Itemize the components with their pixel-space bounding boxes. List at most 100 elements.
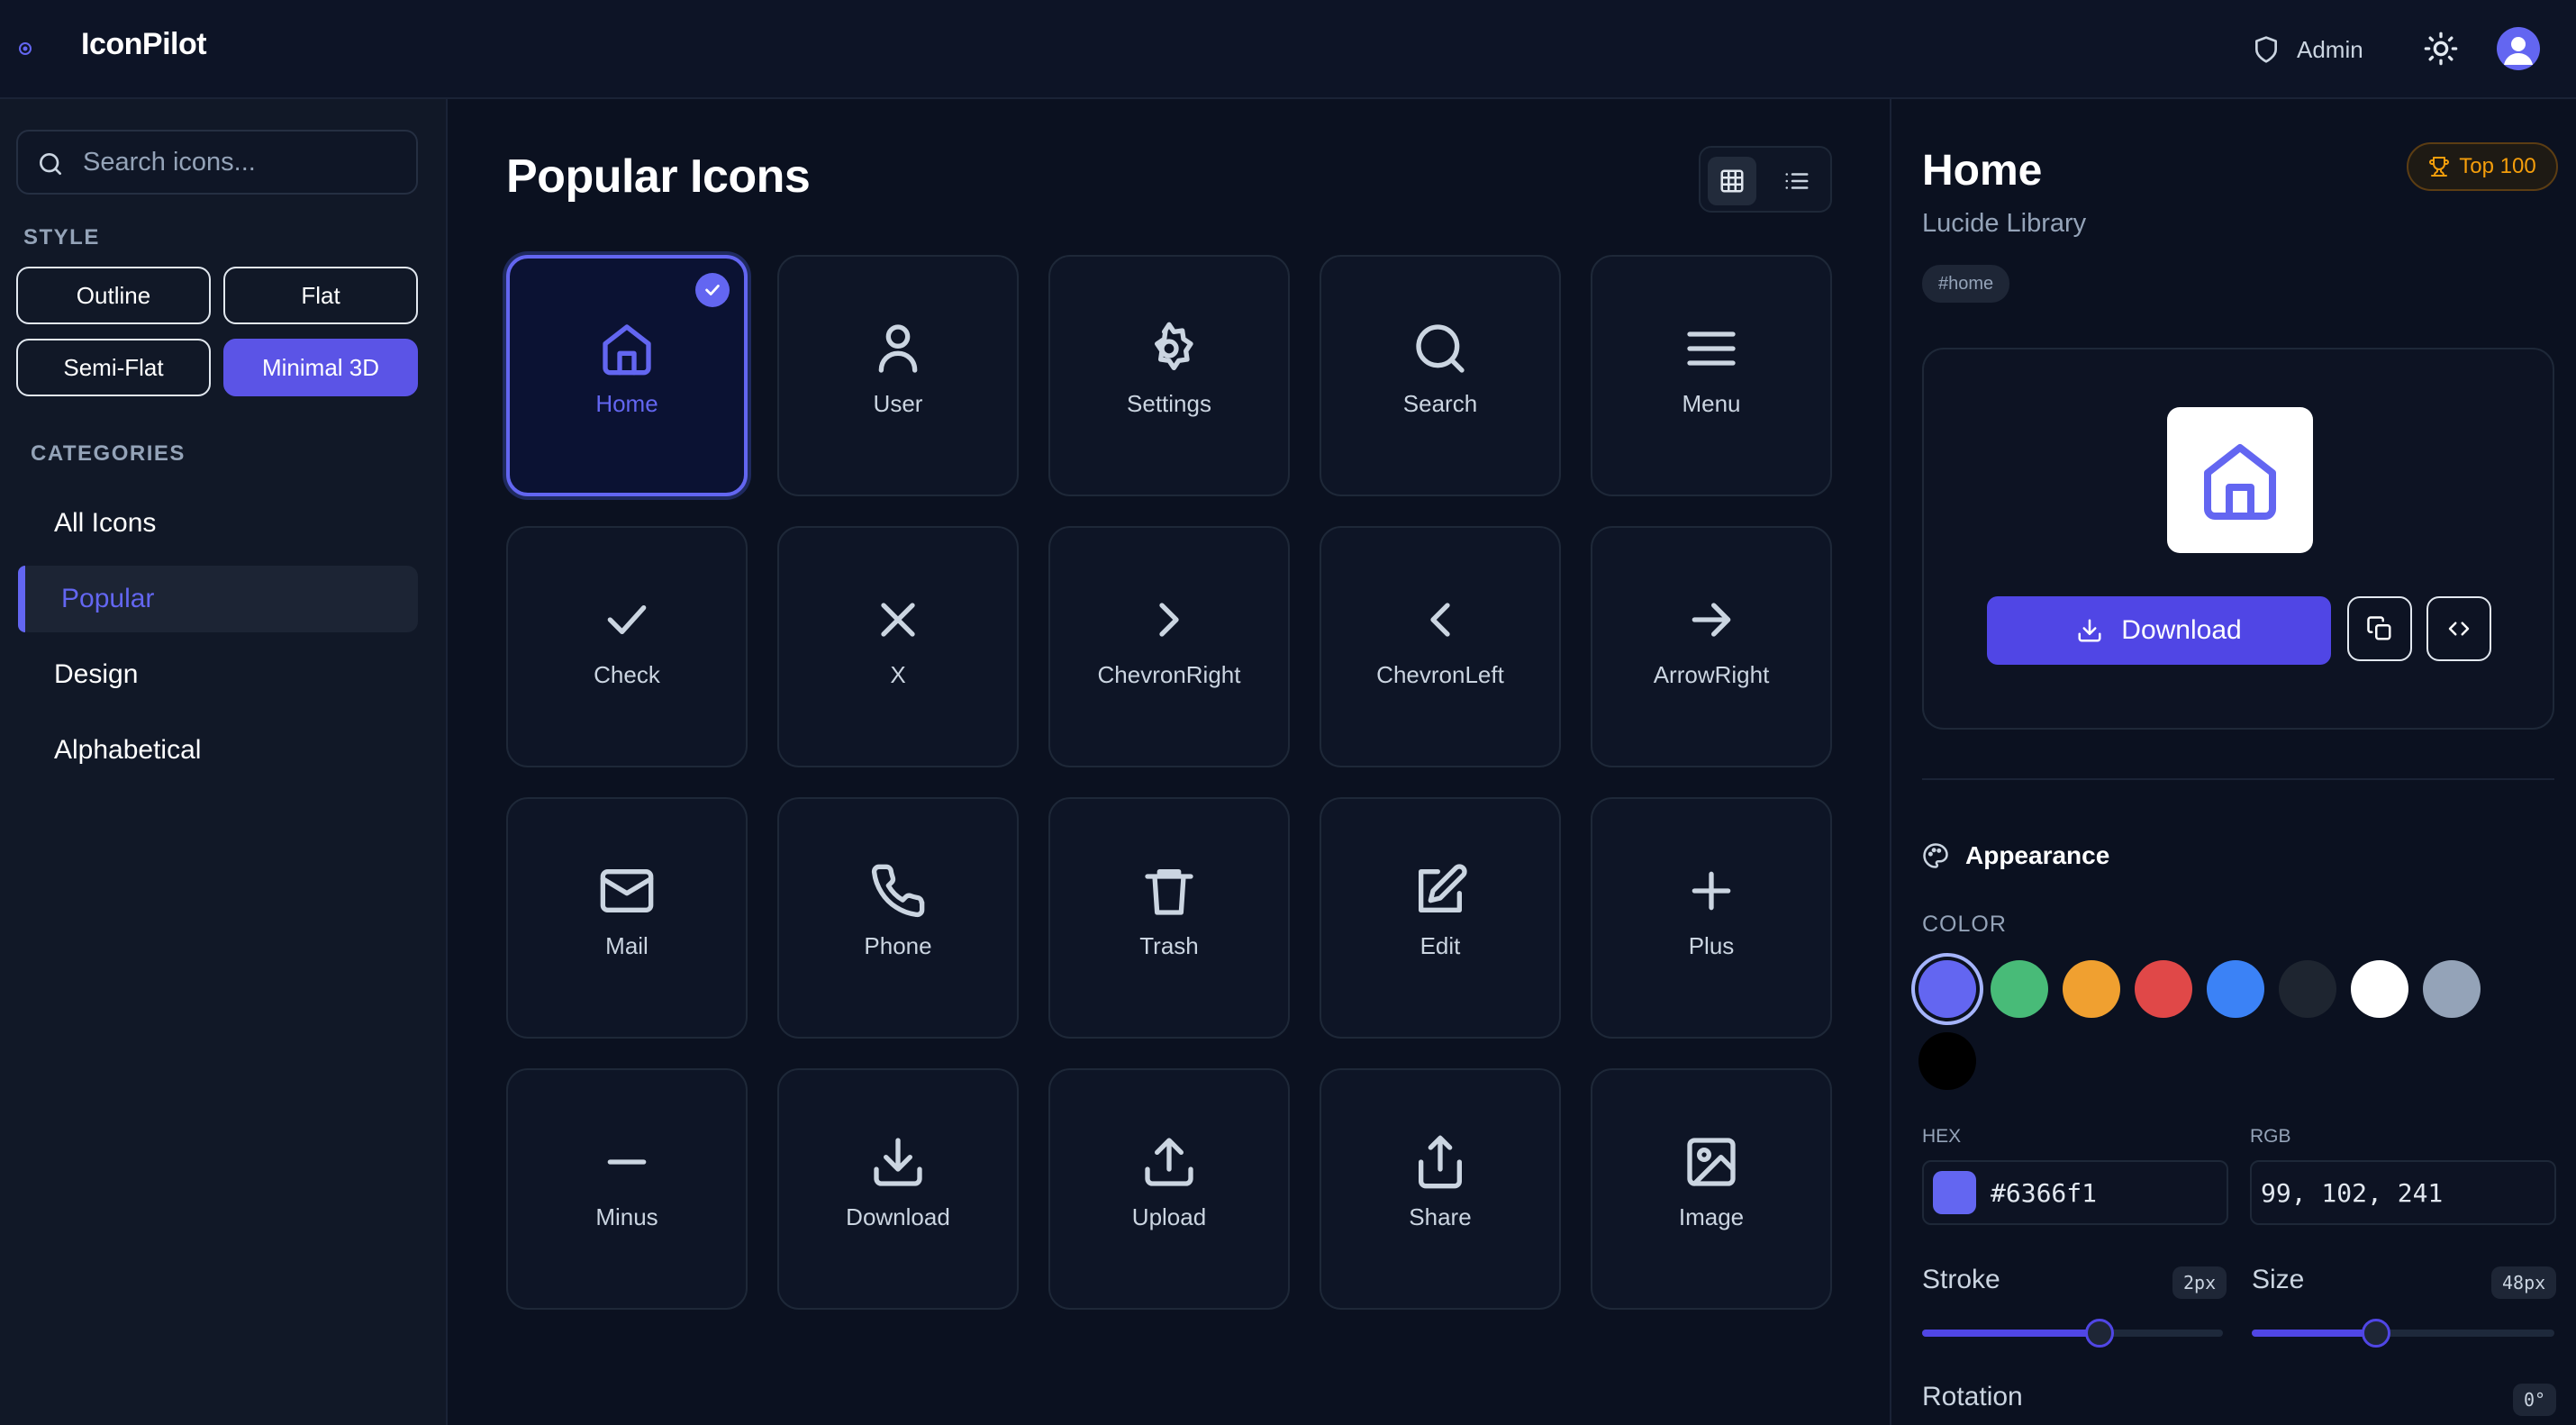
color-swatch-green[interactable]: [1991, 960, 2048, 1018]
admin-indicator[interactable]: Admin: [2252, 32, 2363, 67]
style-minimal-3d-button[interactable]: Minimal 3D: [223, 339, 418, 396]
icon-label: Plus: [1688, 932, 1735, 959]
stroke-slider[interactable]: [1922, 1319, 2223, 1348]
edit-icon: [1411, 862, 1469, 920]
size-slider-fill: [2252, 1330, 2376, 1337]
grid-icon: [1719, 168, 1746, 195]
admin-label: Admin: [2297, 35, 2363, 63]
color-swatch-blue[interactable]: [2207, 960, 2264, 1018]
user-icon: [869, 320, 927, 377]
icon-label: Image: [1678, 1203, 1745, 1230]
color-swatch-gray[interactable]: [2423, 960, 2481, 1018]
icon-tile-settings[interactable]: Settings: [1048, 255, 1290, 496]
icon-tile-chevron-left[interactable]: ChevronLeft: [1320, 526, 1561, 767]
icon-label: Minus: [595, 1203, 658, 1230]
search-input[interactable]: [83, 132, 407, 193]
icon-tile-chevron-right[interactable]: ChevronRight: [1048, 526, 1290, 767]
detail-title: Home: [1922, 147, 2043, 195]
color-swatch-black[interactable]: [1918, 1032, 1976, 1090]
icon-preview: [2167, 407, 2313, 553]
page-title: Popular Icons: [506, 150, 811, 203]
icon-tile-edit[interactable]: Edit: [1320, 797, 1561, 1039]
phone-icon: [869, 862, 927, 920]
download-button[interactable]: Download: [1987, 596, 2331, 665]
user-avatar[interactable]: [2497, 27, 2540, 70]
x-icon: [869, 591, 927, 649]
hex-field[interactable]: #6366f1: [1922, 1160, 2228, 1225]
category-all-icons[interactable]: All Icons: [18, 490, 418, 557]
size-slider-thumb[interactable]: [2361, 1319, 2390, 1348]
chevron-left-icon: [1411, 591, 1469, 649]
icon-label: Edit: [1420, 932, 1461, 959]
icon-tile-home[interactable]: Home: [506, 255, 748, 496]
icon-label: Check: [594, 661, 660, 688]
style-outline-button[interactable]: Outline: [16, 267, 211, 324]
icon-tile-user[interactable]: User: [777, 255, 1019, 496]
icon-tile-image[interactable]: Image: [1591, 1068, 1832, 1310]
home-icon: [598, 320, 656, 377]
image-icon: [1683, 1133, 1740, 1191]
download-icon: [2076, 617, 2103, 644]
color-swatch-indigo[interactable]: [1918, 960, 1976, 1018]
icon-label: Search: [1402, 390, 1478, 417]
category-alphabetical[interactable]: Alphabetical: [18, 717, 418, 784]
stroke-value: 2px: [2172, 1266, 2227, 1299]
icon-label: Share: [1409, 1203, 1472, 1230]
check-icon: [598, 591, 656, 649]
color-swatch-white[interactable]: [2351, 960, 2408, 1018]
color-swatch-dark[interactable]: [2279, 960, 2336, 1018]
grid-view-button[interactable]: [1708, 157, 1756, 205]
app-name[interactable]: IconPilot: [81, 27, 207, 62]
upload-icon: [1140, 1133, 1198, 1191]
color-label: COLOR: [1922, 912, 2007, 937]
search-icon: [1411, 320, 1469, 377]
sidebar: STYLE Outline Flat Semi-Flat Minimal 3D …: [0, 99, 448, 1425]
icon-label: Home: [595, 390, 658, 417]
icon-tile-mail[interactable]: Mail: [506, 797, 748, 1039]
share-icon: [1411, 1133, 1469, 1191]
copy-icon: [2366, 615, 2393, 642]
stroke-slider-thumb[interactable]: [2085, 1319, 2115, 1348]
icon-tile-download[interactable]: Download: [777, 1068, 1019, 1310]
icon-label: Phone: [864, 932, 932, 959]
icon-tile-phone[interactable]: Phone: [777, 797, 1019, 1039]
shield-icon: [2252, 35, 2281, 64]
size-slider[interactable]: [2252, 1319, 2554, 1348]
divider: [1922, 778, 2554, 780]
icon-tile-arrow-right[interactable]: ArrowRight: [1591, 526, 1832, 767]
size-value: 48px: [2491, 1266, 2557, 1299]
color-swatch-red[interactable]: [2135, 960, 2192, 1018]
icon-tile-plus[interactable]: Plus: [1591, 797, 1832, 1039]
rgb-field[interactable]: 99, 102, 241: [2250, 1160, 2556, 1225]
icon-tile-trash[interactable]: Trash: [1048, 797, 1290, 1039]
download-icon: [869, 1133, 927, 1191]
code-button[interactable]: [2426, 596, 2491, 661]
icon-tile-menu[interactable]: Menu: [1591, 255, 1832, 496]
size-label: Size: [2252, 1265, 2305, 1294]
chevron-right-icon: [1140, 591, 1198, 649]
copy-button[interactable]: [2347, 596, 2412, 661]
hex-label: HEX: [1922, 1126, 1962, 1147]
plus-icon: [1683, 862, 1740, 920]
icon-tile-upload[interactable]: Upload: [1048, 1068, 1290, 1310]
categories-section-label: CATEGORIES: [31, 441, 186, 466]
view-toggle: [1699, 146, 1832, 213]
detail-tag[interactable]: #home: [1922, 265, 2010, 303]
icon-tile-share[interactable]: Share: [1320, 1068, 1561, 1310]
category-popular[interactable]: Popular: [18, 566, 418, 632]
theme-toggle-button[interactable]: [2423, 31, 2459, 67]
list-view-button[interactable]: [1773, 157, 1821, 205]
icon-tile-check[interactable]: Check: [506, 526, 748, 767]
category-design[interactable]: Design: [18, 641, 418, 708]
color-swatch-orange[interactable]: [2063, 960, 2120, 1018]
icon-tile-minus[interactable]: Minus: [506, 1068, 748, 1310]
top-header: IconPilot Admin: [0, 0, 2576, 99]
style-semi-flat-button[interactable]: Semi-Flat: [16, 339, 211, 396]
icon-tile-x[interactable]: X: [777, 526, 1019, 767]
search-box[interactable]: [16, 130, 418, 195]
minus-icon: [598, 1133, 656, 1191]
mail-icon: [598, 862, 656, 920]
style-flat-button[interactable]: Flat: [223, 267, 418, 324]
icon-tile-search[interactable]: Search: [1320, 255, 1561, 496]
arrow-right-icon: [1683, 591, 1740, 649]
